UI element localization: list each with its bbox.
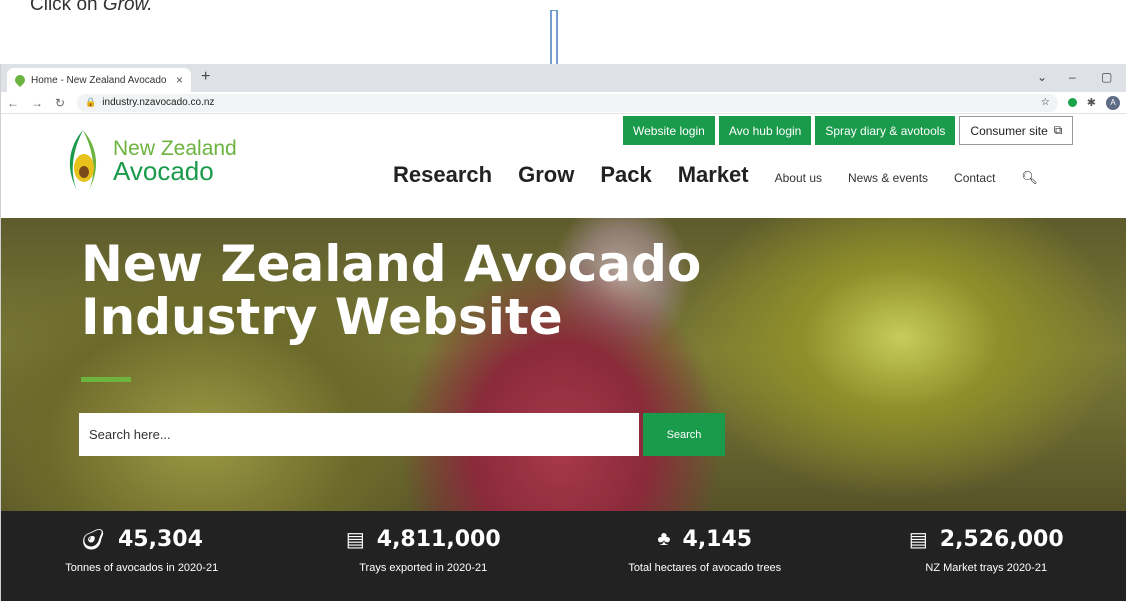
- search-button[interactable]: Search: [643, 413, 725, 456]
- hero-divider: [81, 377, 131, 382]
- url-text: industry.nzavocado.co.nz: [102, 97, 215, 108]
- site-header: New Zealand Avocado Website login Avo hu…: [1, 114, 1126, 218]
- tab-close-icon[interactable]: ×: [176, 73, 183, 87]
- hero-title-line1: New Zealand Avocado: [81, 235, 702, 293]
- stat-value: 2,526,000: [939, 527, 1064, 552]
- hero-banner: New Zealand Avocado Industry Website Sea…: [1, 218, 1126, 511]
- avocado-icon: 🥑︎: [80, 529, 106, 551]
- stat-label: Trays exported in 2020-21: [359, 562, 488, 574]
- consumer-site-button[interactable]: Consumer site ⧉: [959, 116, 1074, 145]
- instruction-text: Click on Grow.: [30, 0, 152, 16]
- hero-title: New Zealand Avocado Industry Website: [81, 238, 701, 343]
- maximize-icon[interactable]: ▢: [1101, 70, 1112, 84]
- spray-diary-button[interactable]: Spray diary & avotools: [815, 116, 956, 145]
- url-field[interactable]: 🔒 industry.nzavocado.co.nz ☆: [77, 93, 1058, 112]
- forward-icon[interactable]: →: [31, 96, 43, 110]
- browser-tab[interactable]: Home - New Zealand Avocado ×: [7, 68, 191, 92]
- minimize-icon[interactable]: –: [1069, 70, 1076, 84]
- address-bar: ← → ↻ 🔒 industry.nzavocado.co.nz ☆ ✱ A: [1, 92, 1126, 114]
- nav-research[interactable]: Research: [393, 162, 492, 188]
- external-link-icon: ⧉: [1053, 123, 1063, 137]
- site-logo[interactable]: New Zealand Avocado: [63, 128, 237, 194]
- utility-links: Website login Avo hub login Spray diary …: [623, 116, 1077, 145]
- back-icon[interactable]: ←: [7, 96, 19, 110]
- logo-text-line2: Avocado: [113, 156, 214, 186]
- stat-tonnes: 🥑︎ 45,304 Tonnes of avocados in 2020-21: [1, 511, 283, 601]
- stat-value: 4,145: [682, 527, 753, 552]
- instruction-target: Grow.: [102, 0, 153, 15]
- stat-value: 4,811,000: [376, 527, 501, 552]
- stat-hectares: ♣ 4,145 Total hectares of avocado trees: [564, 511, 846, 601]
- extension-icon[interactable]: [1067, 98, 1077, 107]
- stats-bar: 🥑︎ 45,304 Tonnes of avocados in 2020-21 …: [1, 511, 1126, 601]
- avatar[interactable]: A: [1106, 95, 1120, 110]
- nav-grow[interactable]: Grow: [518, 162, 574, 188]
- website-login-button[interactable]: Website login: [623, 116, 715, 145]
- bookmark-star-icon[interactable]: ☆: [1041, 97, 1050, 108]
- nav-about-us[interactable]: About us: [775, 171, 822, 185]
- instruction-prefix: Click on: [30, 0, 103, 15]
- stat-label: Tonnes of avocados in 2020-21: [65, 562, 219, 574]
- stat-trays-exported: ▤ 4,811,000 Trays exported in 2020-21: [283, 511, 565, 601]
- search-icon[interactable]: 🔍︎: [1021, 170, 1038, 186]
- tree-icon: ♣: [657, 528, 671, 550]
- lock-icon: 🔒: [85, 97, 97, 107]
- avocado-logo-icon: [69, 130, 97, 190]
- nav-news-events[interactable]: News & events: [848, 171, 928, 185]
- nav-contact[interactable]: Contact: [954, 171, 995, 185]
- hero-title-line2: Industry Website: [81, 287, 563, 346]
- tab-title: Home - New Zealand Avocado: [31, 74, 167, 86]
- stat-label: NZ Market trays 2020-21: [925, 562, 1048, 574]
- new-tab-button[interactable]: +: [201, 68, 210, 86]
- stat-nz-market-trays: ▤ 2,526,000 NZ Market trays 2020-21: [846, 511, 1126, 601]
- nav-pack[interactable]: Pack: [600, 162, 651, 188]
- tab-strip: Home - New Zealand Avocado × + ⌄ – ▢: [1, 64, 1126, 92]
- tray-icon: ▤: [908, 529, 928, 551]
- avo-hub-login-button[interactable]: Avo hub login: [718, 116, 812, 145]
- tray-icon: ▤: [345, 529, 365, 551]
- search-input[interactable]: [79, 413, 639, 456]
- nav-market[interactable]: Market: [678, 162, 749, 188]
- chevron-down-icon[interactable]: ⌄: [1037, 70, 1047, 84]
- reload-icon[interactable]: ↻: [55, 96, 65, 110]
- browser-window: Home - New Zealand Avocado × + ⌄ – ▢ ← →…: [0, 64, 1126, 601]
- avocado-favicon-icon: [12, 72, 28, 88]
- main-nav: Research Grow Pack Market About us News …: [393, 162, 1038, 188]
- stat-label: Total hectares of avocado trees: [628, 562, 782, 574]
- puzzle-icon[interactable]: ✱: [1087, 96, 1096, 109]
- consumer-site-label: Consumer site: [970, 123, 1048, 138]
- stat-value: 45,304: [117, 527, 203, 552]
